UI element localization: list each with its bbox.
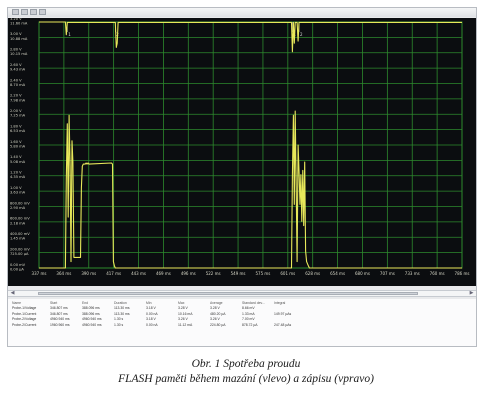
table-cell: 1960.960 ms [50,322,70,327]
y-tick-label-current: 7.98 mA [10,98,26,102]
window-toolbar [8,8,476,17]
toolbar-button[interactable] [21,9,28,15]
x-tick-label: 390 ms [81,271,96,276]
y-tick-label-current: 8.70 mA [10,83,26,87]
y-tick-label-current: 3.63 mA [10,191,26,195]
y-tick-label-current: 7.25 mA [10,114,26,118]
x-tick-label: 575 ms [255,271,270,276]
y-tick-label-voltage: 1.00 V [10,186,22,190]
y-tick-label-voltage: 2.40 V [10,78,22,82]
y-tick-label-voltage: 1.80 V [10,124,22,128]
y-tick-label-voltage: 1.20 V [10,171,22,175]
y-tick-label-current: 5.08 mA [10,160,26,164]
scroll-left-icon[interactable]: ◀ [9,291,16,296]
y-tick-label-voltage: 2.20 V [10,94,22,98]
x-tick-label: 337 ms [32,271,47,276]
y-tick-label-current: 4.35 mA [10,175,26,179]
x-tick-label: 364 ms [56,271,71,276]
table-cell: 4960.940 ms [82,322,102,327]
y-tick-label-current: 10.88 mA [10,37,28,41]
y-tick-label-current: 5.80 mA [10,144,26,148]
x-tick-label: 680 ms [355,271,370,276]
y-tick-label-current: 10.15 mA [10,52,28,56]
table-cell: 878.72 µA [242,322,258,327]
cursor-marker-label: 2 [300,32,303,37]
x-tick-label: 469 ms [156,271,171,276]
y-tick-label-current: 2.18 mA [10,221,26,225]
y-tick-label-current: 0.00 µA [10,267,24,271]
y-tick-label-voltage: 800.00 mV [10,201,30,205]
x-tick-label: 549 ms [231,271,246,276]
x-tick-label: 496 ms [181,271,196,276]
y-tick-label-voltage: 2.80 V [10,48,22,52]
table-cell: Probe-2/Current [12,322,37,327]
horizontal-scrollbar[interactable]: ◀ ▶ [8,290,476,297]
scroll-right-icon[interactable]: ▶ [468,291,475,296]
x-tick-label: 601 ms [280,271,295,276]
figure-caption-line2: FLASH paměti během mazání (vlevo) a zápi… [118,373,374,385]
y-tick-label-voltage: 1.60 V [10,140,22,144]
table-cell: 247.48 µAs [274,322,292,327]
y-tick-label-voltage: 400.00 mV [10,232,30,236]
y-tick-label-current: 1.45 mA [10,237,26,241]
table-row[interactable]: Probe-2/Current 1960.960 ms 4960.940 ms … [10,323,304,328]
y-tick-label-voltage: 600.00 mV [10,217,30,221]
y-tick-label-voltage: 3.20 V [10,18,22,21]
table-cell: 0.00 nA [146,322,158,327]
x-tick-label: 786 ms [455,271,470,276]
table-cell: 11.12 mA [178,322,193,327]
y-tick-label-current: 6.53 mA [10,129,26,133]
toolbar-button[interactable] [39,9,46,15]
current-voltage-plot[interactable]: 337 ms 364 ms 390 ms 417 ms 443 ms 469 ms 496 … [8,17,476,286]
table-cell: 224.80 µA [210,322,226,327]
plot-area[interactable]: 337 ms 364 ms 390 ms 417 ms 443 ms 469 ms 496 … [8,17,476,286]
x-tick-label: 628 ms [305,271,320,276]
y-tick-label-voltage: 200.00 mV [10,247,30,251]
y-tick-label-voltage: 1.40 V [10,155,22,159]
voltage-trace-line [39,21,462,53]
y-tick-label-current: 11.60 mA [10,21,28,25]
y-tick-label-current: 725.00 µA [10,252,29,256]
toolbar-button[interactable] [12,9,19,15]
table-cell: 1.30 s [114,322,124,327]
y-tick-label-voltage: 2.60 V [10,63,22,67]
measurement-panel: Name Start End Duration Min Max Average … [8,299,476,346]
x-tick-label: 417 ms [106,271,121,276]
y-tick-label-voltage: 3.00 V [10,32,22,36]
x-tick-label: 654 ms [330,271,345,276]
x-tick-label: 443 ms [131,271,146,276]
x-tick-label: 522 ms [206,271,221,276]
x-tick-label: 733 ms [405,271,420,276]
x-tick-label: 707 ms [380,271,395,276]
y-tick-label-voltage: 2.00 V [10,109,22,113]
toolbar-button[interactable] [30,9,37,15]
y-tick-label-voltage: 0.00 mV [10,263,26,267]
y-tick-label-current: 2.90 mA [10,206,26,210]
measurement-table: Name Start End Duration Min Max Average … [10,301,304,328]
x-tick-label: 760 ms [430,271,445,276]
y-tick-label-current: 9.43 mA [10,68,26,72]
current-trace-line [39,110,462,269]
figure-caption-line1: Obr. 1 Spotřeba proudu [191,358,301,370]
cursor-marker-label: 1 [68,32,71,37]
scroll-thumb[interactable] [38,292,418,295]
